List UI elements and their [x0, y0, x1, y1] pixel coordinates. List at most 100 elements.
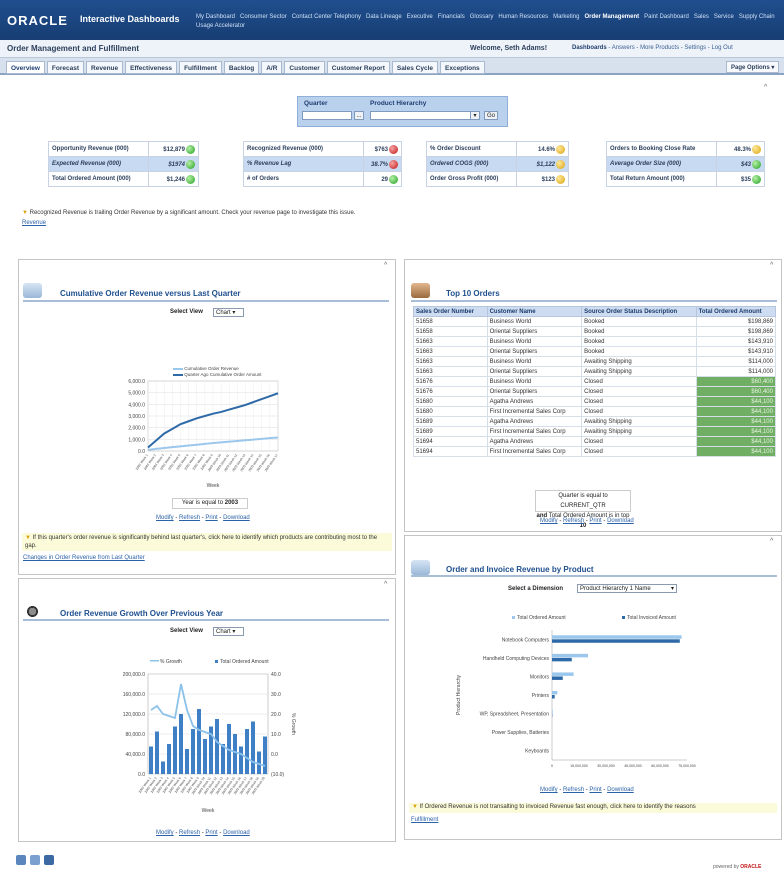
nav-item[interactable]: Financials: [438, 13, 465, 22]
collapse-icon[interactable]: ^: [384, 581, 387, 588]
modify-link[interactable]: Modify: [540, 787, 558, 793]
table-cell: Awaiting Shipping: [581, 416, 697, 427]
tab-revenue[interactable]: Revenue: [86, 61, 124, 74]
download-link[interactable]: Download: [223, 830, 250, 836]
kpi-value: 48.3%: [716, 141, 765, 157]
download-link[interactable]: Download: [223, 515, 250, 521]
filter-value: 2003: [224, 500, 239, 506]
print-link[interactable]: Print: [205, 830, 217, 836]
tab-backlog[interactable]: Backlog: [223, 61, 260, 74]
legend-item: Quarter Ago Cumulative Order Amount: [173, 372, 262, 378]
table-cell: 51658: [413, 316, 488, 327]
go-button[interactable]: Go: [484, 111, 498, 120]
tab-effectiveness[interactable]: Effectiveness: [125, 61, 178, 74]
global-link[interactable]: Answers: [612, 45, 635, 51]
status-red-icon: [389, 159, 398, 169]
refresh-link[interactable]: Refresh: [179, 515, 200, 521]
modify-link[interactable]: Modify: [540, 518, 558, 524]
hierarchy-select[interactable]: [370, 111, 480, 120]
tab-forecast[interactable]: Forecast: [46, 61, 85, 74]
download-link[interactable]: Download: [607, 787, 634, 793]
column-header[interactable]: Total Ordered Amount: [695, 306, 777, 317]
global-link[interactable]: Settings: [684, 45, 706, 51]
legend-label: Total Ordered Amount: [517, 615, 566, 621]
kpi-row: # of Orders 29: [243, 171, 402, 187]
collapse-icon[interactable]: ^: [764, 84, 767, 91]
kpi-label: Opportunity Revenue (000): [48, 141, 149, 157]
changes-link[interactable]: Changes in Order Revenue from Last Quart…: [23, 555, 145, 561]
fulfillment-link[interactable]: Fulfillment: [411, 817, 438, 823]
global-link[interactable]: Log Out: [711, 45, 732, 51]
refresh-link[interactable]: Refresh: [563, 518, 584, 524]
print-link[interactable]: Print: [205, 515, 217, 521]
nav-item[interactable]: Consumer Sector: [240, 13, 287, 22]
browse-button[interactable]: ...: [354, 111, 364, 120]
legend-swatch: [215, 660, 218, 663]
revenue-alert: ▼ Recognized Revenue is trailing Order R…: [22, 210, 355, 216]
nav-item[interactable]: Glossary: [470, 13, 494, 22]
modify-link[interactable]: Modify: [156, 515, 174, 521]
print-link[interactable]: Print: [589, 518, 601, 524]
collapse-icon[interactable]: ^: [384, 262, 387, 269]
kpi-row: Ordered COGS (000) $1,122: [426, 156, 569, 172]
nav-item[interactable]: Supply Chain: [739, 13, 775, 22]
global-link[interactable]: Dashboards: [572, 45, 607, 51]
nav-item[interactable]: Paint Dashboard: [644, 13, 689, 22]
table-cell: $44,100: [695, 406, 777, 417]
tab-customer[interactable]: Customer: [284, 61, 325, 74]
table-cell: $44,100: [695, 426, 777, 437]
kpi-label: # of Orders: [243, 171, 364, 187]
view-select[interactable]: Chart ▾: [213, 627, 244, 636]
collapse-icon[interactable]: ^: [770, 538, 773, 545]
revenue-link[interactable]: Revenue: [22, 220, 46, 226]
tab-exceptions[interactable]: Exceptions: [440, 61, 485, 74]
tab-a-r[interactable]: A/R: [261, 61, 283, 74]
column-header[interactable]: Source Order Status Description: [581, 306, 697, 317]
kpi-row: Orders to Booking Close Rate 48.3%: [606, 141, 765, 157]
kpi-value-text: 48.3%: [733, 146, 751, 153]
tab-overview[interactable]: Overview: [6, 61, 45, 74]
collapse-icon[interactable]: ^: [770, 262, 773, 269]
kpi-row: Total Return Amount (000) $35: [606, 171, 765, 187]
refresh-link[interactable]: Refresh: [563, 787, 584, 793]
table-cell: 51680: [413, 396, 488, 407]
tab-customer-report[interactable]: Customer Report: [326, 61, 390, 74]
download-link[interactable]: Download: [607, 518, 634, 524]
nav-item[interactable]: Human Resources: [498, 13, 548, 22]
chevron-down-icon[interactable]: ▾: [470, 111, 480, 120]
refresh-link[interactable]: Refresh: [179, 830, 200, 836]
nav-item[interactable]: Contact Center Telephony: [292, 13, 361, 22]
nav-item[interactable]: Marketing: [553, 13, 579, 22]
quarter-input[interactable]: [302, 111, 352, 120]
refresh-icon[interactable]: [16, 855, 26, 865]
favorite-icon[interactable]: [44, 855, 54, 865]
nav-item[interactable]: Data Lineage: [366, 13, 402, 22]
nav-item[interactable]: Sales: [694, 13, 709, 22]
print-icon[interactable]: [30, 855, 40, 865]
dimension-select[interactable]: Product Hierarchy 1 Name ▾: [577, 584, 677, 593]
table-cell: 51663: [413, 366, 488, 377]
kpi-value: $123: [516, 171, 569, 187]
status-yellow-icon: [556, 159, 565, 169]
view-select-value: Chart: [216, 629, 231, 635]
kpi-table: Orders to Booking Close Rate 48.3% Average…: [606, 141, 765, 187]
global-link[interactable]: More Products: [640, 45, 679, 51]
nav-item[interactable]: Usage Accelerator: [196, 22, 245, 31]
y-tick-label: 1,000.0: [128, 437, 145, 443]
kpi-value: $1,122: [516, 156, 569, 172]
modify-link[interactable]: Modify: [156, 830, 174, 836]
nav-item[interactable]: Service: [714, 13, 734, 22]
column-header[interactable]: Customer Name: [486, 306, 583, 317]
column-header[interactable]: Sales Order Number: [413, 306, 488, 317]
tab-sales-cycle[interactable]: Sales Cycle: [391, 61, 438, 74]
kpi-row: % Order Discount 14.6%: [426, 141, 569, 157]
page-options-button[interactable]: Page Options ▾: [726, 61, 780, 73]
nav-item[interactable]: My Dashboard: [196, 13, 235, 22]
print-link[interactable]: Print: [589, 787, 601, 793]
nav-item[interactable]: Executive: [407, 13, 433, 22]
kpi-value: 29: [363, 171, 402, 187]
nav-item[interactable]: Order Management: [584, 13, 639, 22]
view-select[interactable]: Chart ▾: [213, 308, 244, 317]
kpi-label: Total Return Amount (000): [606, 171, 717, 187]
tab-fulfillment[interactable]: Fulfillment: [179, 61, 222, 74]
